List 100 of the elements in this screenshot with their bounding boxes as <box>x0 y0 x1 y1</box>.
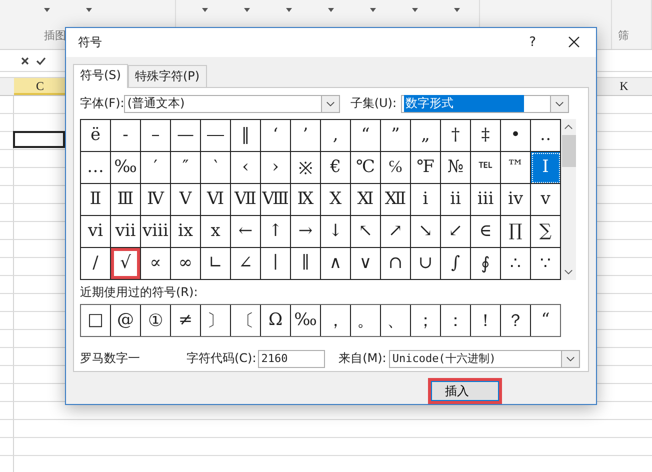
symbol-cell[interactable]: ∥ <box>291 248 321 280</box>
symbol-cell[interactable]: ℉ <box>411 152 441 184</box>
symbol-cell[interactable]: Ⅲ <box>111 184 141 216</box>
tab[interactable]: 符号(S) <box>73 64 128 88</box>
recent-symbol-cell[interactable]: ‰ <box>291 304 321 336</box>
symbol-cell[interactable]: ↖ <box>351 216 381 248</box>
symbol-cell[interactable]: ‘ <box>261 120 291 152</box>
recent-symbol-cell[interactable]: □ <box>81 304 111 336</box>
symbol-cell[interactable]: ‚ <box>321 120 351 152</box>
column-header[interactable]: C <box>14 78 66 95</box>
symbol-cell[interactable]: Ⅹ <box>321 184 351 216</box>
symbol-cell[interactable]: Ⅱ <box>81 184 111 216</box>
symbol-cell[interactable]: ℃ <box>351 152 381 184</box>
symbol-cell[interactable]: Ⅶ <box>231 184 261 216</box>
cancel-icon[interactable] <box>20 56 30 66</box>
symbol-cell[interactable]: ← <box>231 216 261 248</box>
symbol-cell[interactable]: ∩ <box>381 248 411 280</box>
symbol-cell[interactable]: Ⅸ <box>291 184 321 216</box>
symbol-cell[interactable]: - <box>111 120 141 152</box>
recent-symbol-cell[interactable]: 〕 <box>201 304 231 336</box>
recent-symbol-cell[interactable]: ， <box>321 304 351 336</box>
symbol-cell[interactable]: ë <box>81 120 111 152</box>
scrollbar-thumb[interactable] <box>562 134 576 167</box>
column-header[interactable]: K <box>604 78 644 95</box>
recent-symbol-cell[interactable]: ： <box>441 304 471 336</box>
tab[interactable]: 特殊字符(P) <box>128 64 207 87</box>
symbol-cell[interactable]: ↙ <box>441 216 471 248</box>
scroll-up-icon[interactable] <box>564 124 573 130</box>
recent-symbol-cell[interactable]: ！ <box>471 304 501 336</box>
symbol-cell[interactable]: ″ <box>171 152 201 184</box>
caret-icon[interactable] <box>454 8 460 12</box>
symbol-cell[interactable]: √ <box>111 248 141 280</box>
recent-symbol-cell[interactable]: ； <box>411 304 441 336</box>
symbol-cell[interactable]: ∞ <box>171 248 201 280</box>
checkmark-icon[interactable] <box>36 56 46 66</box>
font-dropdown[interactable]: (普通文本) <box>124 94 340 113</box>
symbol-cell[interactable]: ” <box>381 120 411 152</box>
symbol-cell[interactable]: ∏ <box>501 216 531 248</box>
recent-symbol-cell[interactable]: ≠ <box>171 304 201 336</box>
symbol-cell[interactable]: ⅸ <box>171 216 201 248</box>
symbol-cell[interactable]: Ⅵ <box>201 184 231 216</box>
symbol-cell[interactable]: … <box>81 152 111 184</box>
symbol-cell[interactable]: ↓ <box>321 216 351 248</box>
symbol-cell[interactable]: ∫ <box>441 248 471 280</box>
symbol-cell[interactable]: ℡ <box>471 152 501 184</box>
symbol-cell[interactable]: „ <box>411 120 441 152</box>
symbol-cell[interactable]: ′ <box>141 152 171 184</box>
recent-symbol-cell[interactable]: Ω <box>261 304 291 336</box>
symbol-cell[interactable]: ∮ <box>471 248 501 280</box>
char-code-field[interactable]: 2160 <box>258 350 325 368</box>
close-icon[interactable] <box>568 36 580 48</box>
subset-dropdown[interactable]: 数字形式 <box>400 94 569 113</box>
from-dropdown[interactable]: Unicode(十六进制) <box>389 350 580 368</box>
recent-symbol-cell[interactable]: 。 <box>351 304 381 336</box>
symbol-cell[interactable]: ∠ <box>231 248 261 280</box>
symbol-cell[interactable]: Ⅺ <box>351 184 381 216</box>
symbol-cell[interactable]: Ⅰ <box>531 152 561 184</box>
symbol-cell[interactable]: € <box>321 152 351 184</box>
caret-icon[interactable] <box>44 8 50 12</box>
caret-icon[interactable] <box>86 8 92 12</box>
symbol-cell[interactable]: ⅶ <box>111 216 141 248</box>
symbol-cell[interactable]: › <box>261 152 291 184</box>
symbol-cell[interactable]: ∈ <box>471 216 501 248</box>
symbol-cell[interactable]: ⅲ <box>471 184 501 216</box>
symbol-cell[interactable]: ∕ <box>81 248 111 280</box>
symbol-cell[interactable]: • <box>501 120 531 152</box>
recent-symbol-cell[interactable]: 〔 <box>231 304 261 336</box>
symbol-cell[interactable]: ‡ <box>471 120 501 152</box>
insert-button[interactable]: 插入 <box>428 378 502 404</box>
symbol-cell[interactable]: – <box>141 120 171 152</box>
symbol-cell[interactable]: ’ <box>291 120 321 152</box>
symbol-cell[interactable]: — <box>171 120 201 152</box>
recent-symbol-cell[interactable]: ① <box>141 304 171 336</box>
symbol-cell[interactable]: ∝ <box>141 248 171 280</box>
symbol-cell[interactable]: ‹ <box>231 152 261 184</box>
symbol-cell[interactable]: Ⅷ <box>261 184 291 216</box>
symbol-cell[interactable]: ⅹ <box>201 216 231 248</box>
symbol-cell[interactable]: ‰ <box>111 152 141 184</box>
symbol-cell[interactable]: ↑ <box>261 216 291 248</box>
recent-symbol-cell[interactable]: 、 <box>381 304 411 336</box>
symbol-cell[interactable]: ℅ <box>381 152 411 184</box>
symbol-cell[interactable]: ⅰ <box>411 184 441 216</box>
symbol-cell[interactable]: ∟ <box>201 248 231 280</box>
caret-icon[interactable] <box>328 8 334 12</box>
caret-icon[interactable] <box>286 8 292 12</box>
help-button[interactable]: ? <box>529 34 536 50</box>
symbol-cell[interactable]: ⅱ <box>441 184 471 216</box>
caret-icon[interactable] <box>244 8 250 12</box>
recent-symbol-cell[interactable]: ？ <box>501 304 531 336</box>
symbol-cell[interactable]: ∧ <box>321 248 351 280</box>
caret-icon[interactable] <box>370 8 376 12</box>
symbol-cell[interactable]: ∨ <box>351 248 381 280</box>
symbol-cell[interactable]: ⅵ <box>81 216 111 248</box>
symbol-cell[interactable]: ↗ <box>381 216 411 248</box>
symbol-cell[interactable]: ― <box>201 120 231 152</box>
symbol-cell[interactable]: ∪ <box>411 248 441 280</box>
scroll-down-icon[interactable] <box>564 268 573 275</box>
recent-symbol-cell[interactable]: @ <box>111 304 141 336</box>
symbol-cell[interactable]: ‖ <box>231 120 261 152</box>
symbol-cell[interactable]: № <box>441 152 471 184</box>
